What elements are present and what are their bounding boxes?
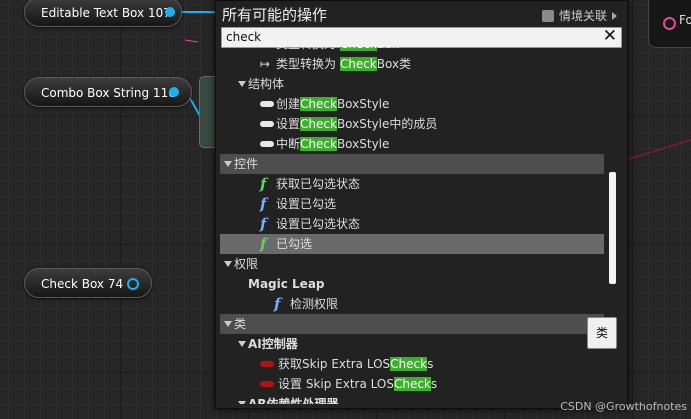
group-row[interactable]: AR依赖性处理器 xyxy=(220,394,604,404)
editable-text-box-node[interactable]: Editable Text Box 107 xyxy=(24,0,182,27)
search-highlight: Check xyxy=(390,357,428,371)
scrollbar-thumb[interactable] xyxy=(609,172,616,284)
category-row[interactable]: 类 xyxy=(220,314,604,334)
item-label: 设置已勾选状态 xyxy=(276,217,361,231)
item-label: 已勾选 xyxy=(276,237,313,251)
search-highlight: Check xyxy=(393,377,431,391)
collapse-arrow-icon[interactable] xyxy=(238,341,246,347)
collapse-arrow-icon[interactable] xyxy=(238,81,246,87)
struct-icon xyxy=(260,141,274,147)
function-icon: f xyxy=(260,195,267,213)
item-label: 设置CheckBoxStyle中的成员 xyxy=(276,117,438,131)
group-row[interactable]: AI控制器 xyxy=(220,334,604,354)
input-pin[interactable] xyxy=(663,17,676,30)
action-item[interactable]: f 设置已勾选 xyxy=(220,194,604,214)
node-label: Fo xyxy=(679,13,691,27)
search-box[interactable]: ✕ xyxy=(221,26,622,48)
node-label: Editable Text Box 107 xyxy=(41,6,171,20)
output-pin[interactable] xyxy=(169,87,179,97)
output-pin[interactable] xyxy=(165,7,175,17)
group-row[interactable]: Magic Leap xyxy=(220,274,604,294)
combo-box-string-node[interactable]: Combo Box String 116 xyxy=(24,77,192,107)
item-label: 结构体 xyxy=(248,77,285,91)
item-label: 权限 xyxy=(234,257,259,271)
node-label: Check Box 74 xyxy=(41,277,124,291)
group-row[interactable]: 结构体 xyxy=(220,74,604,94)
action-menu-popup: 所有可能的操作 情境关联 ✕ ↦ 类型转换为 CheckBox ↦ 类型转换为 Che… xyxy=(215,0,628,409)
search-highlight: Check xyxy=(339,57,377,71)
item-label: 控件 xyxy=(234,157,259,171)
expand-arrow-icon[interactable] xyxy=(612,11,617,20)
search-highlight: Check xyxy=(300,117,337,131)
function-icon: f xyxy=(260,215,267,233)
action-item[interactable]: 中断CheckBoxStyle xyxy=(220,134,604,154)
variable-icon xyxy=(260,381,274,387)
collapse-arrow-icon[interactable] xyxy=(224,261,232,267)
group-row[interactable]: 权限 xyxy=(220,254,604,274)
cast-icon: ↦ xyxy=(260,57,271,71)
action-item[interactable]: f 检测权限 xyxy=(220,294,604,314)
context-sensitive-checkbox[interactable] xyxy=(541,9,554,22)
struct-icon xyxy=(260,101,274,107)
collapse-arrow-icon[interactable] xyxy=(224,161,232,167)
action-item[interactable]: 创建CheckBoxStyle xyxy=(220,94,604,114)
search-highlight: Check xyxy=(339,47,377,51)
search-highlight: Check xyxy=(300,137,337,151)
collapse-arrow-icon[interactable] xyxy=(224,321,232,327)
cast-icon: ↦ xyxy=(260,47,270,54)
action-item[interactable]: 获取Skip Extra LOSChecks xyxy=(220,354,604,374)
context-sensitive-label: 情境关联 xyxy=(558,9,607,23)
item-label: 类型转换为 CheckBox xyxy=(276,47,399,54)
partial-node-right[interactable]: Fo xyxy=(648,0,691,48)
action-item[interactable]: ↦ 类型转换为 CheckBox xyxy=(220,47,604,54)
node-label: Combo Box String 116 xyxy=(41,86,176,100)
function-icon: f xyxy=(260,175,267,193)
item-label: 获取Skip Extra LOSChecks xyxy=(278,357,434,371)
class-button[interactable]: 类 xyxy=(587,317,617,349)
category-row[interactable]: 控件 xyxy=(220,154,604,174)
action-item[interactable]: ↦ 类型转换为 CheckBox类 xyxy=(220,54,604,74)
output-pin[interactable] xyxy=(127,278,139,290)
search-highlight: Check xyxy=(300,97,337,111)
function-icon: f xyxy=(274,295,281,313)
popup-header: 所有可能的操作 情境关联 xyxy=(216,1,627,27)
item-label: 类型转换为 CheckBox类 xyxy=(276,57,412,71)
item-label: Magic Leap xyxy=(248,277,325,291)
context-sensitive-toggle[interactable]: 情境关联 xyxy=(541,7,617,24)
watermark: CSDN @Growthofnotes xyxy=(560,400,687,413)
item-label: 类 xyxy=(234,317,247,331)
function-icon: f xyxy=(260,235,267,253)
variable-icon xyxy=(260,361,274,367)
check-box-node[interactable]: Check Box 74 xyxy=(24,268,152,298)
action-item[interactable]: 设置 Skip Extra LOSChecks xyxy=(220,374,604,394)
item-label: AI控制器 xyxy=(248,337,298,351)
item-label: 设置已勾选 xyxy=(276,197,337,211)
item-label: 获取已勾选状态 xyxy=(276,177,361,191)
item-label: AR依赖性处理器 xyxy=(248,397,339,404)
popup-title: 所有可能的操作 xyxy=(222,6,328,24)
item-label: 检测权限 xyxy=(290,297,339,311)
action-item[interactable]: 设置CheckBoxStyle中的成员 xyxy=(220,114,604,134)
search-input[interactable] xyxy=(226,29,596,45)
item-label: 中断CheckBoxStyle xyxy=(276,137,390,151)
collapse-arrow-icon[interactable] xyxy=(238,401,246,404)
item-label: 设置 Skip Extra LOSChecks xyxy=(278,377,438,391)
action-list: ↦ 类型转换为 CheckBox ↦ 类型转换为 CheckBox类结构体创建Chec… xyxy=(220,47,604,404)
struct-icon xyxy=(260,121,274,127)
item-label: 创建CheckBoxStyle xyxy=(276,97,390,111)
action-item[interactable]: f 已勾选 xyxy=(220,234,604,254)
action-item[interactable]: f 设置已勾选状态 xyxy=(220,214,604,234)
clear-search-icon[interactable]: ✕ xyxy=(603,26,617,46)
action-item[interactable]: f 获取已勾选状态 xyxy=(220,174,604,194)
